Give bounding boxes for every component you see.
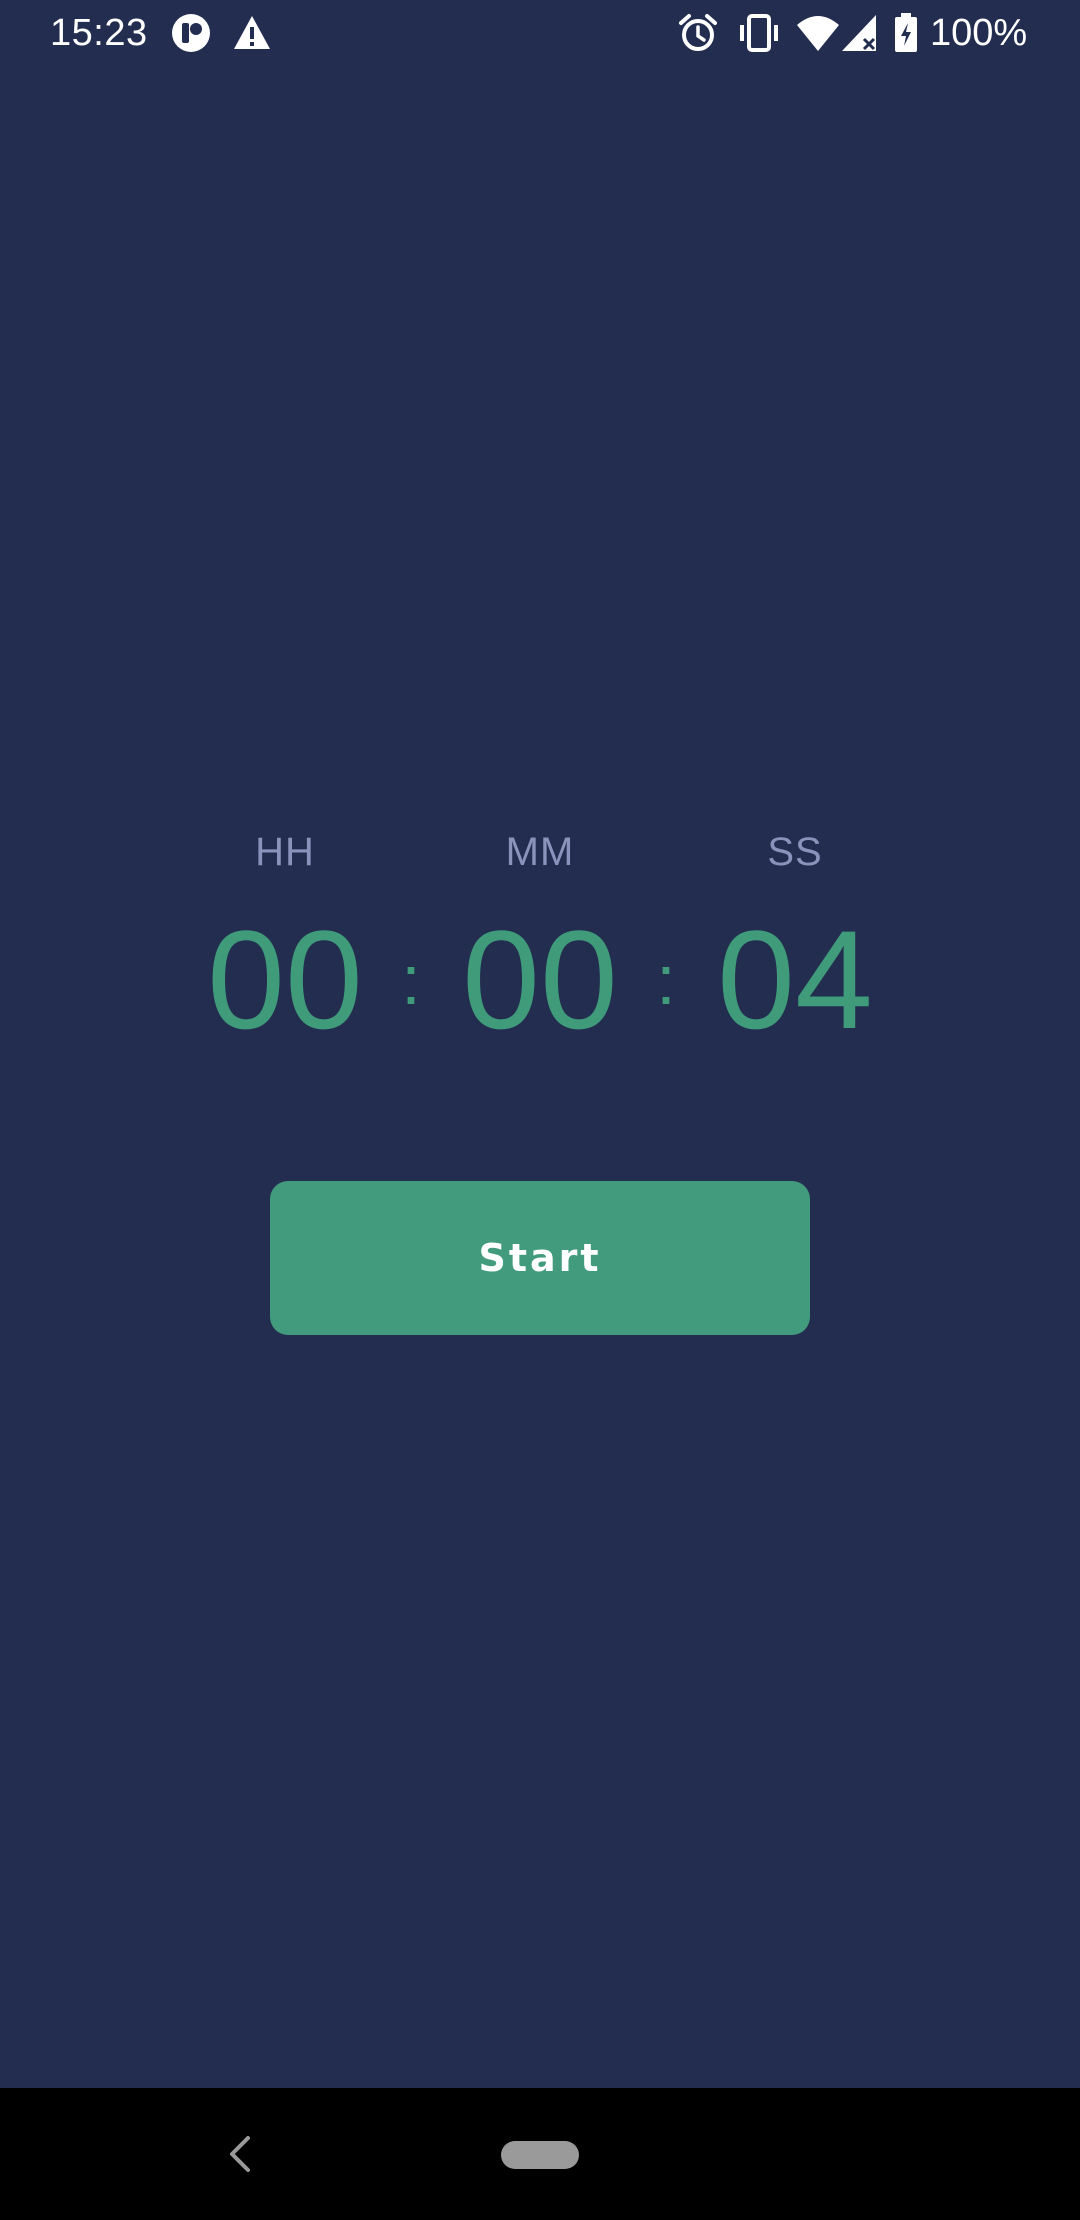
hours-label: HH [255, 830, 315, 874]
timer-labels: HH MM SS [0, 820, 1080, 884]
back-icon[interactable] [220, 2132, 260, 2176]
alarm-icon [678, 13, 718, 58]
app-notification-icon [171, 13, 211, 58]
timer-display: 00 : 00 : 04 [0, 905, 1080, 1055]
minutes-seconds-separator: : [656, 941, 676, 1019]
vibrate-icon [737, 13, 781, 58]
seconds-value[interactable]: 04 [695, 905, 895, 1055]
start-button[interactable]: Start [270, 1181, 810, 1335]
signal-icon [840, 13, 880, 58]
minutes-label: MM [505, 830, 575, 874]
warning-icon [232, 13, 272, 58]
hours-minutes-separator: : [401, 941, 421, 1019]
hours-value[interactable]: 00 [185, 905, 385, 1055]
navigation-bar [0, 2088, 1080, 2220]
wifi-icon [795, 13, 841, 58]
battery-percentage: 100% [930, 12, 1028, 54]
status-time: 15:23 [50, 12, 148, 54]
battery-icon [893, 13, 919, 58]
minutes-value[interactable]: 00 [440, 905, 640, 1055]
status-bar: 15:23 100% [0, 0, 1080, 66]
seconds-label: SS [767, 830, 823, 874]
home-pill[interactable] [501, 2141, 579, 2169]
